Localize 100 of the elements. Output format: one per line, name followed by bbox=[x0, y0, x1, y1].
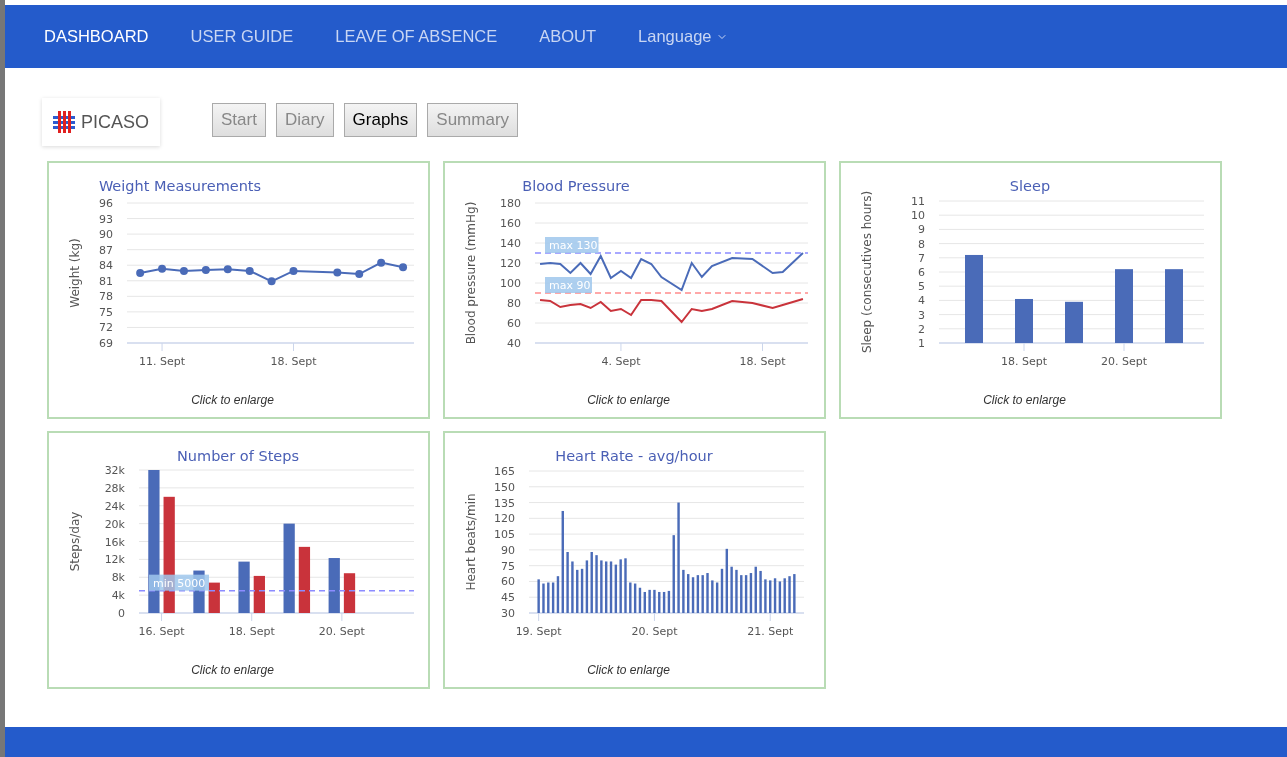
tab[interactable]: Diary bbox=[275, 103, 334, 137]
y-tick-label: 78 bbox=[99, 290, 113, 304]
y-tick-label: 3 bbox=[918, 308, 925, 322]
x-tick-label: 4. Sept bbox=[601, 355, 641, 368]
bar bbox=[328, 558, 340, 613]
y-tick-label: 180 bbox=[500, 197, 521, 210]
threshold-label: min 5000 bbox=[149, 574, 209, 591]
nav-link[interactable]: DASHBOARD bbox=[44, 24, 149, 49]
y-tick-label: 105 bbox=[494, 528, 515, 542]
chart-title: Number of Steps bbox=[177, 448, 299, 464]
x-tick-label: 11. Sept bbox=[139, 355, 186, 368]
enlarge-hint: Click to enlarge bbox=[190, 392, 275, 409]
bar bbox=[648, 589, 651, 613]
bar bbox=[793, 574, 796, 613]
y-tick-label: 90 bbox=[99, 228, 113, 242]
threshold-label: max 90 bbox=[545, 277, 592, 293]
bar bbox=[595, 555, 598, 613]
x-tick-label: 19. Sept bbox=[515, 625, 562, 638]
y-tick-label: 81 bbox=[99, 274, 113, 288]
data-point bbox=[245, 266, 254, 275]
nav-link[interactable]: LEAVE OF ABSENCE bbox=[335, 24, 498, 49]
data-point bbox=[223, 265, 232, 274]
y-tick-label: 60 bbox=[501, 575, 515, 589]
y-axis-title: Heart beats/min bbox=[464, 493, 478, 591]
y-tick-label: 1 bbox=[918, 337, 925, 350]
y-tick-label: 80 bbox=[507, 297, 521, 310]
y-tick-label: 8 bbox=[918, 237, 925, 251]
data-point bbox=[179, 266, 188, 275]
bar bbox=[298, 546, 311, 613]
data-point bbox=[267, 277, 276, 286]
y-tick-label: 100 bbox=[500, 277, 521, 290]
y-tick-label: 60 bbox=[507, 317, 521, 330]
x-tick-label: 21. Sept bbox=[747, 625, 794, 638]
y-tick-label: 75 bbox=[501, 559, 515, 573]
y-tick-label: 150 bbox=[494, 480, 515, 494]
y-tick-label: 11 bbox=[911, 195, 925, 208]
y-tick-label: 20k bbox=[104, 517, 125, 531]
bar bbox=[238, 561, 250, 613]
y-tick-label: 10 bbox=[911, 209, 925, 223]
bar bbox=[1065, 301, 1083, 343]
y-tick-label: 7 bbox=[918, 251, 925, 265]
y-axis-title: Sleep (consecutives hours) bbox=[860, 190, 874, 354]
tab[interactable]: Graphs bbox=[343, 103, 418, 137]
logo-icon bbox=[53, 111, 75, 133]
y-tick-label: 5 bbox=[918, 280, 925, 294]
y-tick-label: 84 bbox=[99, 259, 113, 273]
y-tick-label: 6 bbox=[918, 266, 925, 279]
nav-link[interactable]: ABOUT bbox=[539, 24, 597, 49]
bar bbox=[788, 576, 791, 613]
bar bbox=[566, 552, 569, 613]
chart-title: Sleep bbox=[1009, 178, 1051, 194]
enlarge-hint: Click to enlarge bbox=[586, 662, 671, 679]
language-dropdown[interactable]: Language bbox=[638, 24, 728, 49]
bar bbox=[571, 561, 574, 613]
y-tick-label: 120 bbox=[500, 257, 521, 270]
tab[interactable]: Summary bbox=[427, 103, 519, 137]
x-tick-label: 20. Sept bbox=[631, 625, 678, 638]
enlarge-hint: Click to enlarge bbox=[982, 392, 1067, 409]
x-tick-label: 18. Sept bbox=[270, 355, 317, 368]
y-tick-label: 90 bbox=[501, 543, 515, 557]
bar bbox=[253, 575, 265, 613]
y-tick-label: 28k bbox=[104, 481, 125, 495]
y-tick-label: 4 bbox=[918, 294, 925, 308]
y-tick-label: 30 bbox=[501, 607, 515, 620]
y-tick-label: 87 bbox=[99, 243, 113, 257]
bar bbox=[208, 582, 220, 613]
enlarge-hint: Click to enlarge bbox=[190, 662, 275, 679]
y-tick-label: 2 bbox=[918, 322, 925, 336]
bar bbox=[706, 573, 709, 613]
y-tick-label: 24k bbox=[104, 499, 125, 513]
tab[interactable]: Start bbox=[212, 103, 266, 137]
bar bbox=[624, 558, 627, 613]
data-point bbox=[333, 268, 342, 277]
y-tick-label: 135 bbox=[494, 496, 515, 510]
y-tick-label: 93 bbox=[99, 212, 113, 226]
bar bbox=[764, 579, 767, 613]
chart-title: Heart Rate - avg/hour bbox=[555, 448, 713, 464]
x-tick-label: 18. Sept bbox=[739, 355, 786, 368]
y-tick-label: 72 bbox=[99, 321, 113, 335]
bar bbox=[1015, 299, 1033, 343]
y-axis-title: Weight (kg) bbox=[68, 238, 82, 308]
y-tick-label: 8k bbox=[111, 571, 125, 585]
data-point bbox=[158, 264, 167, 273]
ref-line-label: min 5000 bbox=[153, 576, 206, 590]
bar bbox=[343, 573, 356, 613]
y-tick-label: 69 bbox=[99, 337, 113, 350]
bar bbox=[600, 560, 603, 613]
nav-link[interactable]: USER GUIDE bbox=[190, 24, 294, 49]
data-point bbox=[377, 258, 386, 267]
chart-title: Weight Measurements bbox=[98, 178, 262, 194]
y-tick-label: 0 bbox=[118, 607, 125, 620]
y-tick-label: 40 bbox=[507, 337, 521, 350]
bar bbox=[735, 569, 738, 613]
data-point bbox=[355, 270, 364, 279]
x-tick-label: 18. Sept bbox=[228, 625, 275, 638]
y-tick-label: 9 bbox=[918, 223, 925, 237]
y-axis-title: Blood pressure (mmHg) bbox=[464, 201, 478, 345]
x-tick-label: 20. Sept bbox=[318, 625, 365, 638]
chart-title: Blood Pressure bbox=[522, 178, 630, 194]
x-tick-label: 20. Sept bbox=[1101, 355, 1147, 368]
